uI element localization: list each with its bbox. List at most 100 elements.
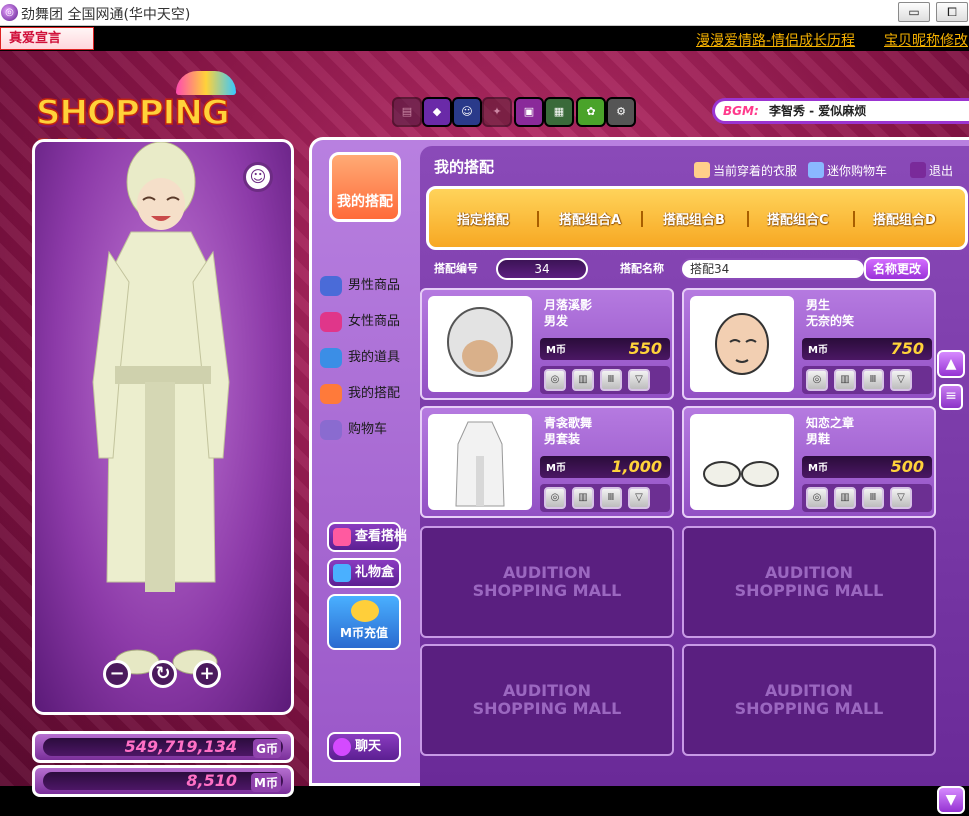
window-titlebar: ◎ 劲舞团 全国网通(华中天空) ▭ ⧠ [0,0,969,26]
tab-combo-a[interactable]: 搭配组合A [559,209,621,228]
outfit-number-field: 34 [496,258,588,280]
bgm-song: 李智秀 - 爱似麻烦 [768,104,867,118]
item-name: 青衾歌舞 [544,416,593,430]
detail-icon[interactable]: Ⅲ [862,487,884,509]
outfit-content: 我的搭配 当前穿着的衣服 迷你购物车 退出 指定搭配 搭配组合A 搭配组合B 搭… [420,146,969,786]
m-coin-recharge-button[interactable]: M币充值 [327,594,401,650]
zoom-in-icon[interactable]: + [193,660,221,688]
shop-panel: 我的搭配 男性商品 女性商品 我的道具 我的搭配 购物车 查看搭档 礼物盒 M币… [309,137,969,814]
empty-slot: AUDITION SHOPPING MALL [682,526,936,638]
category-my-outfit[interactable]: 我的搭配 [320,382,400,406]
item-class: 无奈的笑 [806,314,855,328]
item-thumbnail [428,414,532,510]
gem-icon[interactable]: ◆ [422,97,452,127]
smiley-icon[interactable]: ☺ [452,97,482,127]
scroll-down-icon[interactable]: ▼ [937,786,965,814]
price-currency: M币 [546,345,566,356]
heart-icon [333,528,351,546]
empty-slot-line1: AUDITION [765,563,853,582]
empty-slot-line2: SHOPPING MALL [734,581,884,600]
mini-cart-link[interactable]: 迷你购物车 [808,162,887,179]
scroll-thumb[interactable]: ≡ [939,384,963,410]
outfit-name-input[interactable]: 搭配34 [680,258,866,280]
item-scrollbar[interactable]: ▲ ≡ ▼ [937,350,967,816]
item-card-shoes[interactable]: 知恋之章 男鞋 M币 500 ◎ ▥ Ⅲ ▽ [682,406,936,518]
item-actions: ◎ ▥ Ⅲ ▽ [540,484,670,512]
item-card-suit[interactable]: 青衾歌舞 男套装 M币 1,000 ◎ ▥ Ⅲ ▽ [420,406,674,518]
detail-icon[interactable]: Ⅲ [600,369,622,391]
empty-slot-line1: AUDITION [503,563,591,582]
item-card-hair[interactable]: 月落溪影 男发 M币 550 ◎ ▥ Ⅲ ▽ [420,288,674,400]
item-box-icon [320,348,342,368]
tab-divider [747,211,749,227]
garden-icon[interactable]: ✿ [576,97,606,127]
scroll-up-icon[interactable]: ▲ [937,350,965,378]
g-coin-balance: 549,719,134 G币 [32,731,294,763]
gift-item-icon[interactable]: ▥ [572,487,594,509]
true-love-logo[interactable]: 真爱宣言 [0,27,94,50]
tab-combo-d[interactable]: 搭配组合D [873,209,936,228]
category-female[interactable]: 女性商品 [320,310,400,334]
category-my-items[interactable]: 我的道具 [320,346,400,370]
book-icon[interactable]: ▤ [392,97,422,127]
empty-slot-line1: AUDITION [503,681,591,700]
tv-icon[interactable]: ▣ [514,97,544,127]
gift-box-button[interactable]: 礼物盒 [327,558,401,588]
item-price: M币 550 [540,338,670,360]
gift-item-icon[interactable]: ▥ [834,487,856,509]
chat-icon [333,738,351,756]
door-icon [910,162,926,178]
detail-icon[interactable]: Ⅲ [862,369,884,391]
gift-item-icon[interactable]: ▥ [572,369,594,391]
mini-cart-label: 迷你购物车 [827,164,888,178]
nickname-change-link[interactable]: 宝贝昵称修改 [884,30,968,50]
announcement-bar: 真爱宣言 漫漫爱情路-情侣成长历程 宝贝昵称修改 [0,26,969,51]
gift-box-label: 礼物盒 [355,565,395,580]
character-preview: ☺ − ↻ + [32,139,294,715]
my-outfit-main-button[interactable]: 我的搭配 [329,152,401,222]
current-clothes-link[interactable]: 当前穿着的衣服 [694,162,797,179]
category-cart[interactable]: 购物车 [320,418,387,442]
category-female-label: 女性商品 [348,314,401,329]
exit-link[interactable]: 退出 [910,162,953,179]
try-on-icon[interactable]: ◎ [806,487,828,509]
gift-item-icon[interactable]: ▥ [834,369,856,391]
recharge-label: M币充值 [340,626,388,640]
detail-icon[interactable]: Ⅲ [600,487,622,509]
bgm-bar[interactable]: BGM: 李智秀 - 爱似麻烦 [712,98,969,124]
maximize-button[interactable]: ⧠ [936,2,968,22]
category-male[interactable]: 男性商品 [320,274,400,298]
add-to-cart-icon[interactable]: ▽ [890,487,912,509]
price-currency: M币 [808,345,828,356]
tab-combo-c[interactable]: 搭配组合C [767,209,829,228]
chat-button[interactable]: 聊天 [327,732,401,762]
rotate-icon[interactable]: ↻ [149,660,177,688]
rename-button[interactable]: 名称更改 [864,257,930,281]
item-actions: ◎ ▥ Ⅲ ▽ [540,366,670,394]
try-on-icon[interactable]: ◎ [544,487,566,509]
item-price: M币 500 [802,456,932,478]
try-on-icon[interactable]: ◎ [544,369,566,391]
minimize-button[interactable]: ▭ [898,2,930,22]
item-card-face[interactable]: 男生 无奈的笑 M币 750 ◎ ▥ Ⅲ ▽ [682,288,936,400]
tab-combo-b[interactable]: 搭配组合B [663,209,725,228]
add-to-cart-icon[interactable]: ▽ [890,369,912,391]
photo-icon[interactable]: ▦ [544,97,574,127]
character-figure [92,142,230,675]
coins-icon [351,600,379,622]
tab-designated-outfit[interactable]: 指定搭配 [457,209,509,228]
category-my-outfit-label: 我的搭配 [348,386,401,401]
couple-growth-link[interactable]: 漫漫爱情路-情侣成长历程 [696,30,855,50]
price-currency: M币 [808,463,828,474]
view-partner-button[interactable]: 查看搭档 [327,522,407,552]
add-to-cart-icon[interactable]: ▽ [628,369,650,391]
price-value: 750 [890,339,924,358]
shoes-thumbnail-icon [703,461,779,487]
try-on-icon[interactable]: ◎ [806,369,828,391]
gear-icon[interactable]: ⚙ [606,97,636,127]
category-my-items-label: 我的道具 [348,350,401,365]
item-actions: ◎ ▥ Ⅲ ▽ [802,366,932,394]
add-to-cart-icon[interactable]: ▽ [628,487,650,509]
zoom-out-icon[interactable]: − [103,660,131,688]
ghost-icon[interactable]: ✦ [482,97,512,127]
